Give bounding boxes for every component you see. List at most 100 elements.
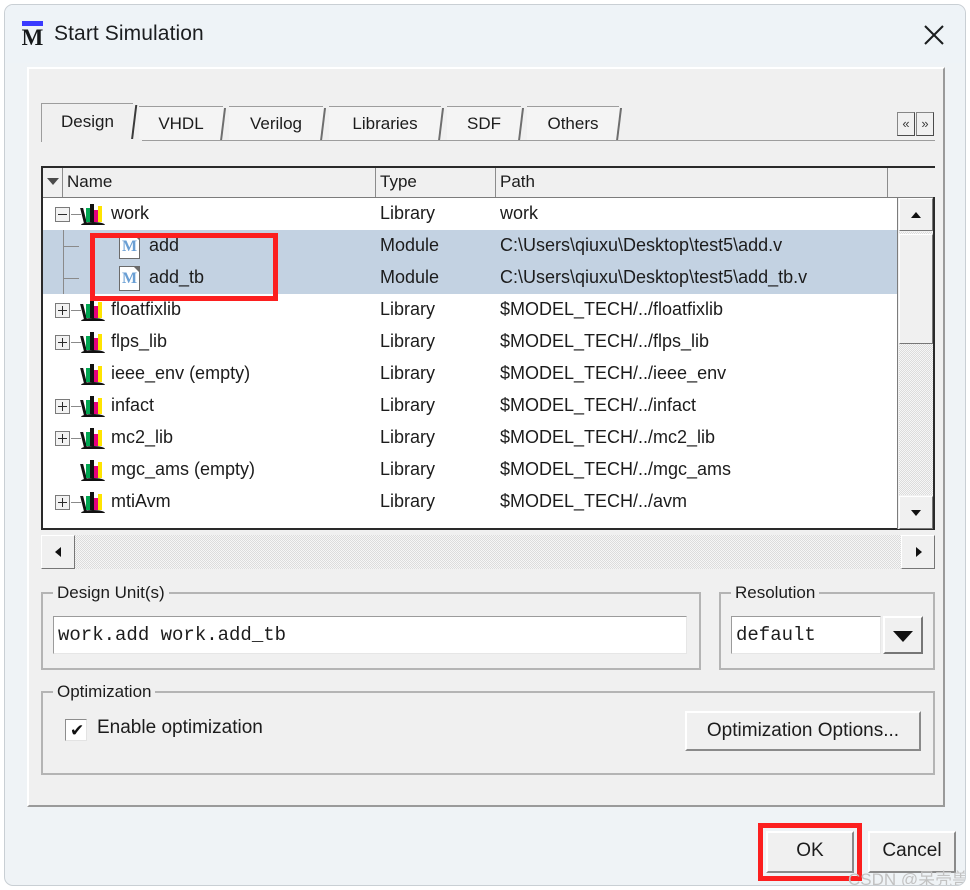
column-header-type[interactable]: Type <box>376 168 496 197</box>
table-row[interactable]: ieee_env (empty)Library$MODEL_TECH/../ie… <box>43 358 897 390</box>
cell-type: Library <box>380 198 435 230</box>
filter-triangle-icon[interactable] <box>43 168 63 197</box>
cancel-button[interactable]: Cancel <box>868 831 956 873</box>
ok-button[interactable]: OK <box>766 831 854 873</box>
expand-icon[interactable] <box>55 303 70 318</box>
design-units-group: Design Unit(s) work.add work.add_tb <box>41 592 701 670</box>
tree-connector <box>71 342 81 343</box>
cell-name: work <box>111 198 149 230</box>
optimization-group: Optimization ✔ Enable optimization Optim… <box>41 691 935 775</box>
hscroll-track[interactable] <box>41 535 935 569</box>
page-title: Start Simulation <box>54 22 204 46</box>
design-units-input[interactable]: work.add work.add_tb <box>53 616 687 654</box>
scroll-right-arrow-icon[interactable] <box>901 535 935 569</box>
column-header-path[interactable]: Path <box>496 168 888 197</box>
tree-connector <box>63 246 79 247</box>
library-icon <box>81 332 105 353</box>
cell-path: C:\Users\qiuxu\Desktop\test5\add_tb.v <box>500 262 807 294</box>
cell-name: mc2_lib <box>111 422 173 454</box>
tab-libraries[interactable]: Libraries <box>329 106 441 141</box>
tree-connector <box>71 310 81 311</box>
tab-verilog[interactable]: Verilog <box>229 106 323 141</box>
enable-optimization-checkbox[interactable]: ✔ <box>65 719 87 741</box>
table-row[interactable]: workLibrarywork <box>43 198 897 230</box>
cell-type: Library <box>380 454 435 486</box>
table-row[interactable]: floatfixlibLibrary$MODEL_TECH/../floatfi… <box>43 294 897 326</box>
cell-name: floatfixlib <box>111 294 181 326</box>
library-icon <box>81 396 105 417</box>
expand-icon[interactable] <box>55 495 70 510</box>
resolution-legend: Resolution <box>731 583 819 603</box>
tab-design[interactable]: Design <box>41 103 133 142</box>
close-icon[interactable] <box>913 15 955 53</box>
vertical-scrollbar[interactable] <box>897 198 933 529</box>
column-header-name[interactable]: Name <box>63 168 376 197</box>
collapse-icon[interactable] <box>55 207 70 222</box>
cell-name: infact <box>111 390 154 422</box>
table-row[interactable]: mgc_ams (empty) Library $MODEL_TECH/../mgc… <box>43 454 897 486</box>
design-units-legend: Design Unit(s) <box>53 583 169 603</box>
resolution-value[interactable]: default <box>731 616 881 654</box>
table-row[interactable]: flps_lib Library $MODEL_TECH/../flps_lib <box>43 326 897 358</box>
tree-connector <box>63 278 79 279</box>
cell-type: Library <box>380 486 435 518</box>
tab-others[interactable]: Others <box>527 106 619 141</box>
resolution-select[interactable]: default <box>731 616 923 654</box>
library-icon <box>81 492 105 513</box>
cell-name: mgc_ams (empty) <box>111 454 255 486</box>
cell-name: flps_lib <box>111 326 167 358</box>
tree-connector <box>71 214 81 215</box>
table-row[interactable]: mc2_lib Library $MODEL_TECH/../mc2_lib <box>43 422 897 454</box>
tab-scroll-next-icon[interactable]: » <box>916 112 934 136</box>
list-header: Name Type Path <box>43 168 933 198</box>
cell-name: mtiAvm <box>111 486 171 518</box>
library-icon <box>81 300 105 321</box>
resolution-group: Resolution default <box>719 592 935 670</box>
table-row[interactable]: infactLibrary$MODEL_TECH/../infact <box>43 390 897 422</box>
expand-icon[interactable] <box>55 431 70 446</box>
cell-path: C:\Users\qiuxu\Desktop\test5\add.v <box>500 230 782 262</box>
cell-type: Library <box>380 422 435 454</box>
library-icon <box>81 364 105 385</box>
cell-type: Library <box>380 326 435 358</box>
tab-vhdl[interactable]: VHDL <box>139 106 223 141</box>
tab-underline-cover <box>42 139 142 142</box>
tab-underline <box>41 140 935 141</box>
dialog-body: DesignVHDLVerilogLibrariesSDFOthers «» Na… <box>27 67 945 807</box>
column-header-extra[interactable] <box>888 168 937 197</box>
design-list: Name Type Path workLibraryworkMaddModule… <box>41 166 935 530</box>
cell-path: $MODEL_TECH/../mc2_lib <box>500 422 715 454</box>
optimization-options-button[interactable]: Optimization Options... <box>685 711 921 751</box>
chevron-down-icon[interactable] <box>883 616 923 654</box>
horizontal-scrollbar[interactable] <box>41 535 935 569</box>
tree-connector <box>71 438 81 439</box>
cell-type: Library <box>380 294 435 326</box>
tree-connector <box>71 502 81 503</box>
cell-path: $MODEL_TECH/../mgc_ams <box>500 454 731 486</box>
tab-nav: «» <box>897 112 935 136</box>
table-row[interactable]: MaddModuleC:\Users\qiuxu\Desktop\test5\a… <box>43 230 897 262</box>
cell-type: Library <box>380 390 435 422</box>
expand-icon[interactable] <box>55 399 70 414</box>
check-icon: ✔ <box>70 722 84 740</box>
cell-path: $MODEL_TECH/../avm <box>500 486 687 518</box>
cell-name: add <box>149 230 179 262</box>
table-row[interactable]: mtiAvm Library $MODEL_TECH/../avm <box>43 486 897 518</box>
optimization-legend: Optimization <box>53 682 155 702</box>
scroll-left-arrow-icon[interactable] <box>41 535 75 569</box>
start-simulation-dialog: M Start Simulation DesignVHDLVerilogLibr… <box>4 4 966 886</box>
modelsim-m-icon: M <box>19 21 46 49</box>
scroll-up-arrow-icon[interactable] <box>899 198 933 231</box>
expand-icon[interactable] <box>55 335 70 350</box>
module-icon: M <box>119 266 140 291</box>
vscroll-thumb[interactable] <box>899 234 933 344</box>
cell-path: $MODEL_TECH/../flps_lib <box>500 326 709 358</box>
cell-name: add_tb <box>149 262 204 294</box>
scroll-down-arrow-icon[interactable] <box>899 496 933 529</box>
table-row[interactable]: Madd_tbModuleC:\Users\qiuxu\Desktop\test… <box>43 262 897 294</box>
enable-optimization-label: Enable optimization <box>97 717 263 739</box>
title-bar: M Start Simulation <box>5 5 965 63</box>
tab-sdf[interactable]: SDF <box>447 106 521 141</box>
cell-type: Module <box>380 230 439 262</box>
tab-scroll-prev-icon[interactable]: « <box>897 112 915 136</box>
